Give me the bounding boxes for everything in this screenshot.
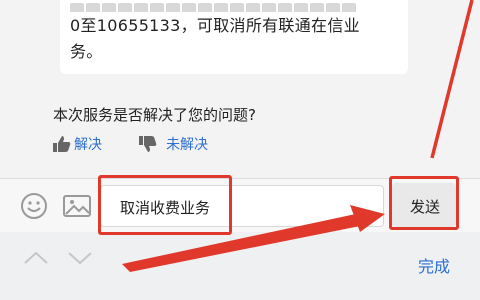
- unsolved-label: 未解决: [166, 137, 208, 153]
- input-highlight-box: [98, 175, 232, 235]
- image-icon[interactable]: [62, 192, 92, 220]
- unsolved-button[interactable]: 未解决: [138, 134, 208, 154]
- cropped-text-line: [70, 2, 370, 12]
- message-line: 0至10655133，可取消所有联通在信业: [70, 16, 360, 35]
- thumbs-down-icon: [139, 136, 157, 152]
- message-bubble: 0至10655133，可取消所有联通在信业 务。: [60, 0, 408, 74]
- thumbs-up-icon: [53, 136, 71, 152]
- chevron-up-icon[interactable]: [22, 250, 50, 266]
- emoji-icon[interactable]: [20, 192, 48, 220]
- done-button[interactable]: 完成: [418, 253, 450, 277]
- solved-label: 解决: [74, 137, 102, 153]
- chevron-down-icon[interactable]: [66, 250, 94, 266]
- solved-button[interactable]: 解决: [52, 134, 102, 154]
- chat-area: 0至10655133，可取消所有联通在信业 务。 本次服务是否解决了您的问题? …: [0, 0, 480, 178]
- feedback-question: 本次服务是否解决了您的问题?: [53, 106, 256, 124]
- keyboard-accessory-bar: [0, 232, 480, 300]
- send-highlight-box: [389, 176, 459, 230]
- message-line: 务。: [70, 42, 103, 61]
